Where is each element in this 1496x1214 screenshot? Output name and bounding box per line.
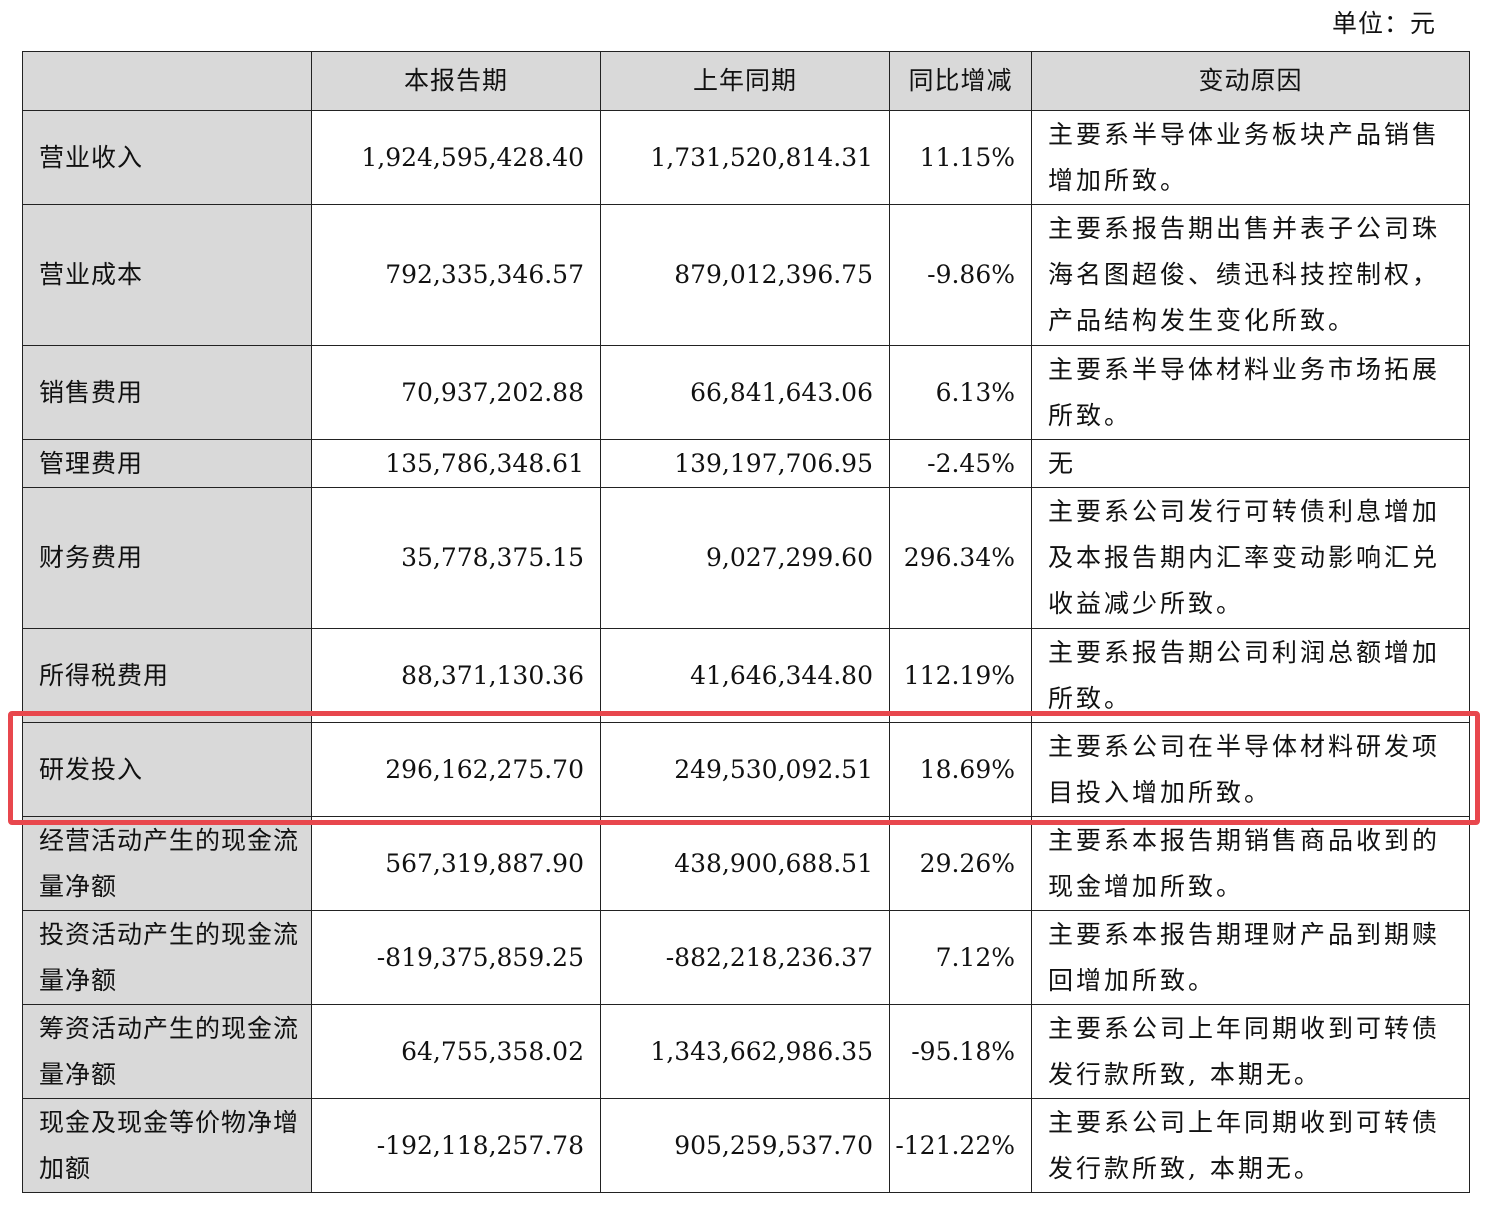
row-current: 70,937,202.88 [311,345,601,440]
header-current-period: 本报告期 [311,51,601,111]
row-reason: 主要系报告期出售并表子公司珠海名图超俊、绩迅科技控制权，产品结构发生变化所致。 [1031,204,1470,346]
row-current: 296,162,275.70 [311,722,601,817]
row-item: 研发投入 [22,722,312,817]
row-reason: 主要系本报告期销售商品收到的现金增加所致。 [1031,816,1470,911]
row-prior: -882,218,236.37 [600,910,890,1005]
row-change: -2.45% [889,439,1032,488]
row-prior: 249,530,092.51 [600,722,890,817]
row-prior: 41,646,344.80 [600,628,890,723]
table-row: 营业成本 792,335,346.57 879,012,396.75 -9.86… [22,204,1470,346]
header-item [22,51,312,111]
row-item: 营业成本 [22,204,312,346]
row-change: 112.19% [889,628,1032,723]
row-reason: 主要系本报告期理财产品到期赎回增加所致。 [1031,910,1470,1005]
row-reason: 主要系报告期公司利润总额增加所致。 [1031,628,1470,723]
row-current: 64,755,358.02 [311,1004,601,1099]
row-prior: 9,027,299.60 [600,487,890,629]
row-change: 18.69% [889,722,1032,817]
row-reason: 主要系公司在半导体材料研发项目投入增加所致。 [1031,722,1470,817]
table-row: 经营活动产生的现金流量净额 567,319,887.90 438,900,688… [22,816,1470,911]
header-change-reason: 变动原因 [1031,51,1470,111]
row-prior: 1,343,662,986.35 [600,1004,890,1099]
row-change: -121.22% [889,1098,1032,1193]
row-change: 296.34% [889,487,1032,629]
row-current: 35,778,375.15 [311,487,601,629]
table-row-highlighted: 研发投入 296,162,275.70 249,530,092.51 18.69… [22,722,1470,817]
row-item: 投资活动产生的现金流量净额 [22,910,312,1005]
table-row: 财务费用 35,778,375.15 9,027,299.60 296.34% … [22,487,1470,629]
table-row: 筹资活动产生的现金流量净额 64,755,358.02 1,343,662,98… [22,1004,1470,1099]
table-row: 现金及现金等价物净增加额 -192,118,257.78 905,259,537… [22,1098,1470,1193]
row-item: 筹资活动产生的现金流量净额 [22,1004,312,1099]
row-item: 营业收入 [22,110,312,205]
row-item: 经营活动产生的现金流量净额 [22,816,312,911]
row-change: 11.15% [889,110,1032,205]
table-row: 投资活动产生的现金流量净额 -819,375,859.25 -882,218,2… [22,910,1470,1005]
financial-change-table: 本报告期 上年同期 同比增减 变动原因 营业收入 1,924,595,428.4… [22,51,1470,1193]
row-item: 现金及现金等价物净增加额 [22,1098,312,1193]
row-reason: 无 [1031,439,1470,488]
row-reason: 主要系半导体材料业务市场拓展所致。 [1031,345,1470,440]
row-change: 7.12% [889,910,1032,1005]
row-reason: 主要系公司上年同期收到可转债发行款所致, 本期无。 [1031,1004,1470,1099]
row-change: -95.18% [889,1004,1032,1099]
row-reason: 主要系公司上年同期收到可转债发行款所致, 本期无。 [1031,1098,1470,1193]
row-item: 所得税费用 [22,628,312,723]
table-row: 管理费用 135,786,348.61 139,197,706.95 -2.45… [22,439,1470,488]
row-current: -192,118,257.78 [311,1098,601,1193]
row-current: -819,375,859.25 [311,910,601,1005]
row-reason: 主要系公司发行可转债利息增加及本报告期内汇率变动影响汇兑收益减少所致。 [1031,487,1470,629]
row-current: 792,335,346.57 [311,204,601,346]
row-item: 管理费用 [22,439,312,488]
unit-label: 单位：元 [1332,9,1437,38]
table-header-row: 本报告期 上年同期 同比增减 变动原因 [22,51,1470,111]
row-prior: 905,259,537.70 [600,1098,890,1193]
header-yoy-change: 同比增减 [889,51,1032,111]
row-change: 29.26% [889,816,1032,911]
row-current: 567,319,887.90 [311,816,601,911]
row-prior: 139,197,706.95 [600,439,890,488]
row-change: -9.86% [889,204,1032,346]
row-item: 财务费用 [22,487,312,629]
row-prior: 1,731,520,814.31 [600,110,890,205]
row-prior: 66,841,643.06 [600,345,890,440]
row-prior: 879,012,396.75 [600,204,890,346]
row-prior: 438,900,688.51 [600,816,890,911]
table-row: 销售费用 70,937,202.88 66,841,643.06 6.13% 主… [22,345,1470,440]
row-change: 6.13% [889,345,1032,440]
table-row: 营业收入 1,924,595,428.40 1,731,520,814.31 1… [22,110,1470,205]
row-item: 销售费用 [22,345,312,440]
table-row: 所得税费用 88,371,130.36 41,646,344.80 112.19… [22,628,1470,723]
header-prior-period: 上年同期 [600,51,890,111]
row-reason: 主要系半导体业务板块产品销售增加所致。 [1031,110,1470,205]
row-current: 88,371,130.36 [311,628,601,723]
row-current: 135,786,348.61 [311,439,601,488]
row-current: 1,924,595,428.40 [311,110,601,205]
